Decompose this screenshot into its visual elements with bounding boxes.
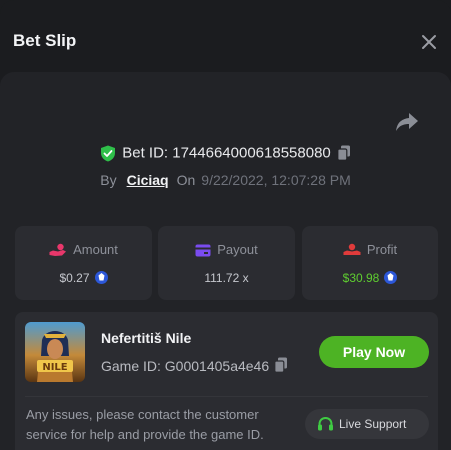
stat-amount-value-row: $0.27	[15, 271, 152, 285]
play-now-button[interactable]: Play Now	[319, 336, 429, 368]
by-label: By	[100, 172, 117, 188]
game-card: NILE Nefertitiš Nile Game ID: G0001405a4…	[15, 312, 438, 450]
bet-datetime: 9/22/2022, 12:07:28 PM	[201, 172, 351, 188]
copy-icon[interactable]	[336, 145, 351, 161]
hand-coin-icon	[49, 243, 67, 256]
currency-coin-icon	[94, 271, 108, 284]
bet-id-row: Bet ID: 1744664000618558080	[0, 144, 451, 162]
stat-payout-label-row: Payout	[158, 242, 295, 257]
divider	[25, 396, 428, 397]
game-id-value: G0001405a4e46	[164, 358, 270, 374]
stat-payout: Payout 111.72 x	[158, 226, 295, 300]
copy-icon[interactable]	[274, 357, 288, 373]
stat-amount-value: $0.27	[59, 271, 90, 285]
stat-profit-value-row: $30.98	[302, 271, 438, 285]
svg-text:NILE: NILE	[42, 362, 67, 373]
currency-coin-icon	[384, 271, 398, 284]
game-name: Nefertitiš Nile	[101, 330, 192, 346]
verified-shield-icon	[101, 145, 116, 162]
stat-payout-value: 111.72 x	[204, 271, 249, 285]
stat-amount-label: Amount	[73, 242, 118, 257]
modal-header: Bet Slip	[0, 0, 451, 72]
bet-id-value: 1744664000618558080	[172, 144, 331, 162]
close-icon[interactable]	[418, 31, 440, 53]
modal-title: Bet Slip	[13, 31, 77, 50]
bet-slip-modal: Bet Slip Bet ID: 1744664000618558080 By C…	[0, 0, 451, 450]
game-id-row: Game ID: G0001405a4e46	[101, 357, 288, 374]
stat-amount: Amount $0.27	[15, 226, 152, 300]
hand-coin-icon	[343, 243, 361, 255]
stat-profit-label: Profit	[366, 242, 398, 257]
bet-id-label: Bet ID:	[122, 144, 169, 162]
card-icon	[195, 244, 211, 257]
live-support-label: Live Support	[339, 417, 407, 431]
stat-payout-label: Payout	[217, 242, 258, 257]
support-info-text: Any issues, please contact the customer …	[26, 407, 264, 442]
user-link[interactable]: Ciciaq	[127, 172, 169, 188]
bet-details-panel: Bet ID: 1744664000618558080 By Ciciaq On 9/…	[0, 72, 451, 450]
headset-icon	[318, 416, 333, 431]
live-support-button[interactable]: Live Support	[305, 409, 429, 439]
stat-amount-label-row: Amount	[15, 242, 152, 257]
game-thumbnail[interactable]: NILE	[25, 322, 85, 382]
stat-profit: Profit $30.98	[302, 226, 438, 300]
on-label: On	[176, 172, 196, 188]
share-icon[interactable]	[394, 111, 420, 133]
stat-profit-value: $30.98	[342, 271, 380, 285]
bet-meta-row: By Ciciaq On 9/22/2022, 12:07:28 PM	[0, 172, 451, 188]
game-id-label: Game ID:	[101, 358, 161, 374]
stat-profit-label-row: Profit	[302, 242, 438, 257]
